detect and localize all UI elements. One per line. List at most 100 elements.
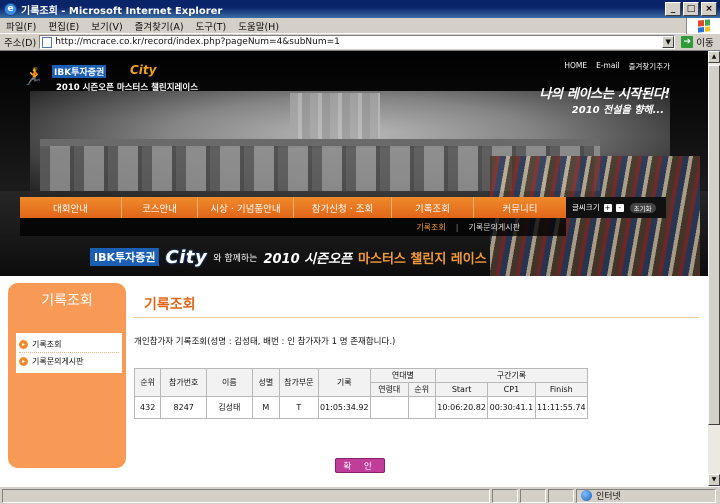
site-header: 🏃 IBK투자증권 City 2010 시즌오픈 마스터스 챌린지레이스 HOM… (0, 51, 708, 276)
cell-cp1: 00:30:41.1 (487, 396, 536, 419)
address-bar: 주소(D) http://mcrace.co.kr/record/index.p… (0, 34, 720, 51)
cell-age-range (369, 396, 409, 419)
windows-flag-icon (697, 19, 710, 33)
status-text-area (2, 488, 490, 503)
main-nav: 대회안내 코스안내 시상 · 기념품안내 참가신청 · 조회 기록조회 커뮤니티 (20, 197, 566, 218)
sidebar: 기록조회 ▸ 기록조회 ▸ 기록문의게시판 (8, 283, 126, 468)
font-reset-button[interactable]: 초기화 (629, 202, 656, 213)
menu-edit[interactable]: 편집(E) (48, 19, 79, 33)
address-input[interactable]: http://mcrace.co.kr/record/index.php?pag… (39, 35, 676, 49)
menu-favorites[interactable]: 즐겨찾기(A) (135, 19, 184, 33)
runner-logo-icon: 🏃 (22, 67, 44, 87)
subnav-separator: | (455, 222, 459, 232)
header-age-rank: 순위 (407, 382, 436, 397)
subnav-record-board[interactable]: 기록문의게시판 (468, 222, 520, 233)
font-size-control: 글씨크기 + - 초기화 (566, 197, 666, 218)
close-button[interactable]: × (701, 2, 717, 16)
bullet-icon: ▸ (19, 340, 28, 349)
slogan-main: 나의 레이스는 시작된다! (539, 87, 670, 102)
font-size-label: 글씨크기 (572, 203, 600, 212)
address-url: http://mcrace.co.kr/record/index.php?pag… (55, 37, 340, 47)
scroll-up-icon[interactable]: ▲ (708, 51, 720, 63)
cell-category: T (279, 396, 319, 419)
go-label: 이동 (696, 38, 714, 49)
nav-community[interactable]: 커뮤니티 (474, 197, 566, 218)
scroll-thumb[interactable] (708, 65, 720, 425)
logo-event-name: 2010 시즌오픈 마스터스 챌린지레이스 (56, 83, 199, 93)
event-banner: IBK투자증권 City 와 함께하는 2010 시즌오픈 마스터스 챌린지 레… (90, 243, 590, 271)
add-favorite-link[interactable]: 즐겨찾기추가 (629, 61, 670, 72)
vertical-scrollbar[interactable]: ▲ ▼ (708, 51, 720, 486)
menu-tools[interactable]: 도구(T) (196, 19, 227, 33)
nav-record-lookup[interactable]: 기록조회 (392, 197, 474, 218)
address-label: 주소(D) (4, 38, 37, 49)
address-dropdown-icon[interactable]: ▼ (662, 36, 675, 48)
header-photo-skyline (290, 93, 380, 143)
banner-race: 마스터스 챌린지 레이스 (358, 251, 487, 267)
nav-registration[interactable]: 참가신청 · 조회 (294, 197, 392, 218)
cell-start: 10:06:20.82 (434, 396, 489, 419)
banner-city: City (165, 246, 208, 268)
window-title: 기록조회 - Microsoft Internet Explorer (21, 5, 223, 17)
cell-finish: 11:11:55.74 (534, 396, 589, 419)
banner-brand: IBK투자증권 (90, 248, 160, 266)
header-age-range: 연령대 (369, 382, 409, 397)
maximize-button[interactable]: □ (683, 2, 699, 16)
email-link[interactable]: E-mail (596, 61, 620, 72)
cell-record: 01:05:34.92 (317, 396, 371, 419)
menu-file[interactable]: 파일(F) (6, 19, 36, 33)
header-bib: 참가번호 (160, 368, 208, 397)
sidebar-item-label: 기록조회 (32, 340, 62, 349)
record-table: 순위 참가번호 이름 성별 참가부문 기록 연대별 구간기록 연령대 순위 St… (133, 368, 589, 419)
home-link[interactable]: HOME (564, 61, 587, 72)
status-zone: 인터넷 (576, 488, 716, 503)
logo-city: City (130, 63, 157, 77)
sidebar-item-record-board[interactable]: ▸ 기록문의게시판 (19, 353, 119, 369)
window-controls: _ □ × (665, 2, 717, 16)
minimize-button[interactable]: _ (665, 2, 681, 16)
header-split: 구간기록 (434, 368, 589, 383)
cell-gender: M (251, 396, 281, 419)
nav-awards-info[interactable]: 시상 · 기념품안내 (198, 197, 294, 218)
header-record: 기록 (317, 368, 371, 397)
go-button[interactable]: ➔ 이동 (681, 35, 714, 49)
status-bar: 인터넷 (0, 486, 720, 504)
cell-age-rank (407, 396, 436, 419)
nav-course-info[interactable]: 코스안내 (122, 197, 198, 218)
header-rank: 순위 (133, 368, 162, 397)
font-increase-button[interactable]: + (603, 203, 612, 212)
go-arrow-icon: ➔ (681, 36, 694, 48)
header-gender: 성별 (251, 368, 281, 397)
banner-with: 와 함께하는 (213, 253, 258, 264)
sidebar-title: 기록조회 (41, 293, 93, 309)
header-category: 참가부문 (279, 368, 319, 397)
header-age-group: 연대별 (369, 368, 436, 383)
internet-globe-icon (581, 490, 592, 501)
header-cp1: CP1 (487, 382, 536, 397)
slogan-sub: 2010 전설을 향해... (571, 105, 664, 116)
confirm-button[interactable]: 확 인 (335, 458, 385, 473)
menu-view[interactable]: 보기(V) (91, 19, 122, 33)
site-logo[interactable]: 🏃 IBK투자증권 City 2010 시즌오픈 마스터스 챌린지레이스 (22, 63, 198, 97)
sidebar-menu: ▸ 기록조회 ▸ 기록문의게시판 (16, 333, 122, 373)
scroll-down-icon[interactable]: ▼ (708, 474, 720, 486)
header-start: Start (434, 382, 489, 397)
status-zone-label: 인터넷 (596, 492, 621, 502)
nav-event-info[interactable]: 대회안내 (20, 197, 122, 218)
status-cell (548, 488, 574, 503)
header-finish: Finish (534, 382, 589, 397)
header-name: 이름 (206, 368, 253, 397)
logo-brand: IBK투자증권 (52, 65, 107, 78)
cell-bib: 8247 (160, 396, 208, 419)
top-links: HOME E-mail 즐겨찾기추가 (564, 61, 670, 72)
status-cell (520, 488, 546, 503)
subnav-record-lookup[interactable]: 기록조회 (416, 222, 445, 233)
page-title: 기록조회 (144, 297, 196, 313)
window-titlebar: e 기록조회 - Microsoft Internet Explorer _ □… (0, 0, 720, 18)
menu-help[interactable]: 도움말(H) (238, 19, 279, 33)
sidebar-item-record-lookup[interactable]: ▸ 기록조회 (19, 337, 119, 353)
cell-name: 김성태 (206, 396, 253, 419)
menu-bar: 파일(F) 편집(E) 보기(V) 즐겨찾기(A) 도구(T) 도움말(H) (0, 18, 720, 34)
sub-nav: 기록조회 | 기록문의게시판 (20, 218, 566, 236)
font-decrease-button[interactable]: - (615, 203, 624, 212)
